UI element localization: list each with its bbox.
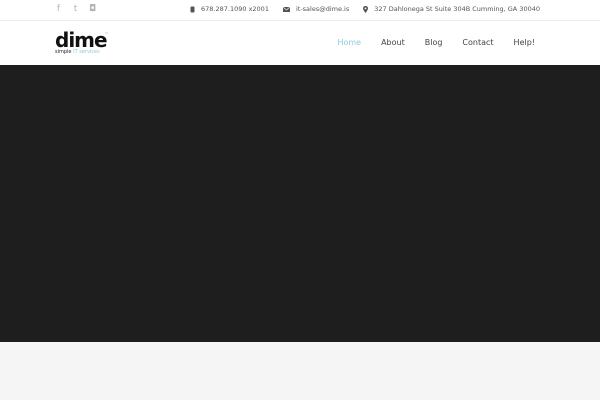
contact-info: 678.287.1090 x2001 it-sales@dime.is 327 … [190, 4, 540, 15]
logo-wordmark: dime [55, 28, 108, 52]
logo-tagline-highlight: IT services [71, 49, 100, 55]
nav-item-blog[interactable]: Blog [425, 38, 443, 48]
content-area [0, 342, 600, 400]
top-bar: f t ◘ 678.287.1090 x2001 it-sales@dime.i… [0, 0, 600, 21]
envelope-icon [282, 7, 290, 12]
email-text[interactable]: it-sales@dime.is [296, 4, 349, 15]
contact-email: it-sales@dime.is [282, 4, 349, 15]
nav-item-home[interactable]: Home [337, 38, 361, 48]
instagram-icon[interactable]: ◘ [88, 4, 97, 15]
contact-address: 327 Dahlonega St Suite 304B Cumming, GA … [363, 4, 540, 15]
social-links: f t ◘ [54, 4, 97, 15]
phone-text[interactable]: 678.287.1090 x2001 [201, 4, 269, 15]
facebook-icon[interactable]: f [54, 4, 63, 15]
contact-phone: 678.287.1090 x2001 [190, 4, 269, 15]
logo-tagline: simple IT services [55, 49, 107, 55]
logo-tagline-prefix: simple [55, 49, 72, 55]
logo-trademark: ™ [105, 32, 108, 36]
nav-item-contact[interactable]: Contact [462, 38, 493, 48]
nav-item-about[interactable]: About [381, 38, 405, 48]
site-header: dime ™ simple IT services Home About Blo… [0, 21, 600, 65]
main-nav: Home About Blog Contact Help! [337, 38, 535, 48]
nav-item-help[interactable]: Help! [514, 38, 535, 48]
hero-banner [0, 65, 600, 342]
address-text: 327 Dahlonega St Suite 304B Cumming, GA … [374, 5, 540, 13]
site-logo[interactable]: dime ™ simple IT services [55, 28, 108, 55]
map-pin-icon [363, 6, 369, 13]
phone-icon [190, 6, 195, 13]
twitter-icon[interactable]: t [71, 4, 80, 15]
